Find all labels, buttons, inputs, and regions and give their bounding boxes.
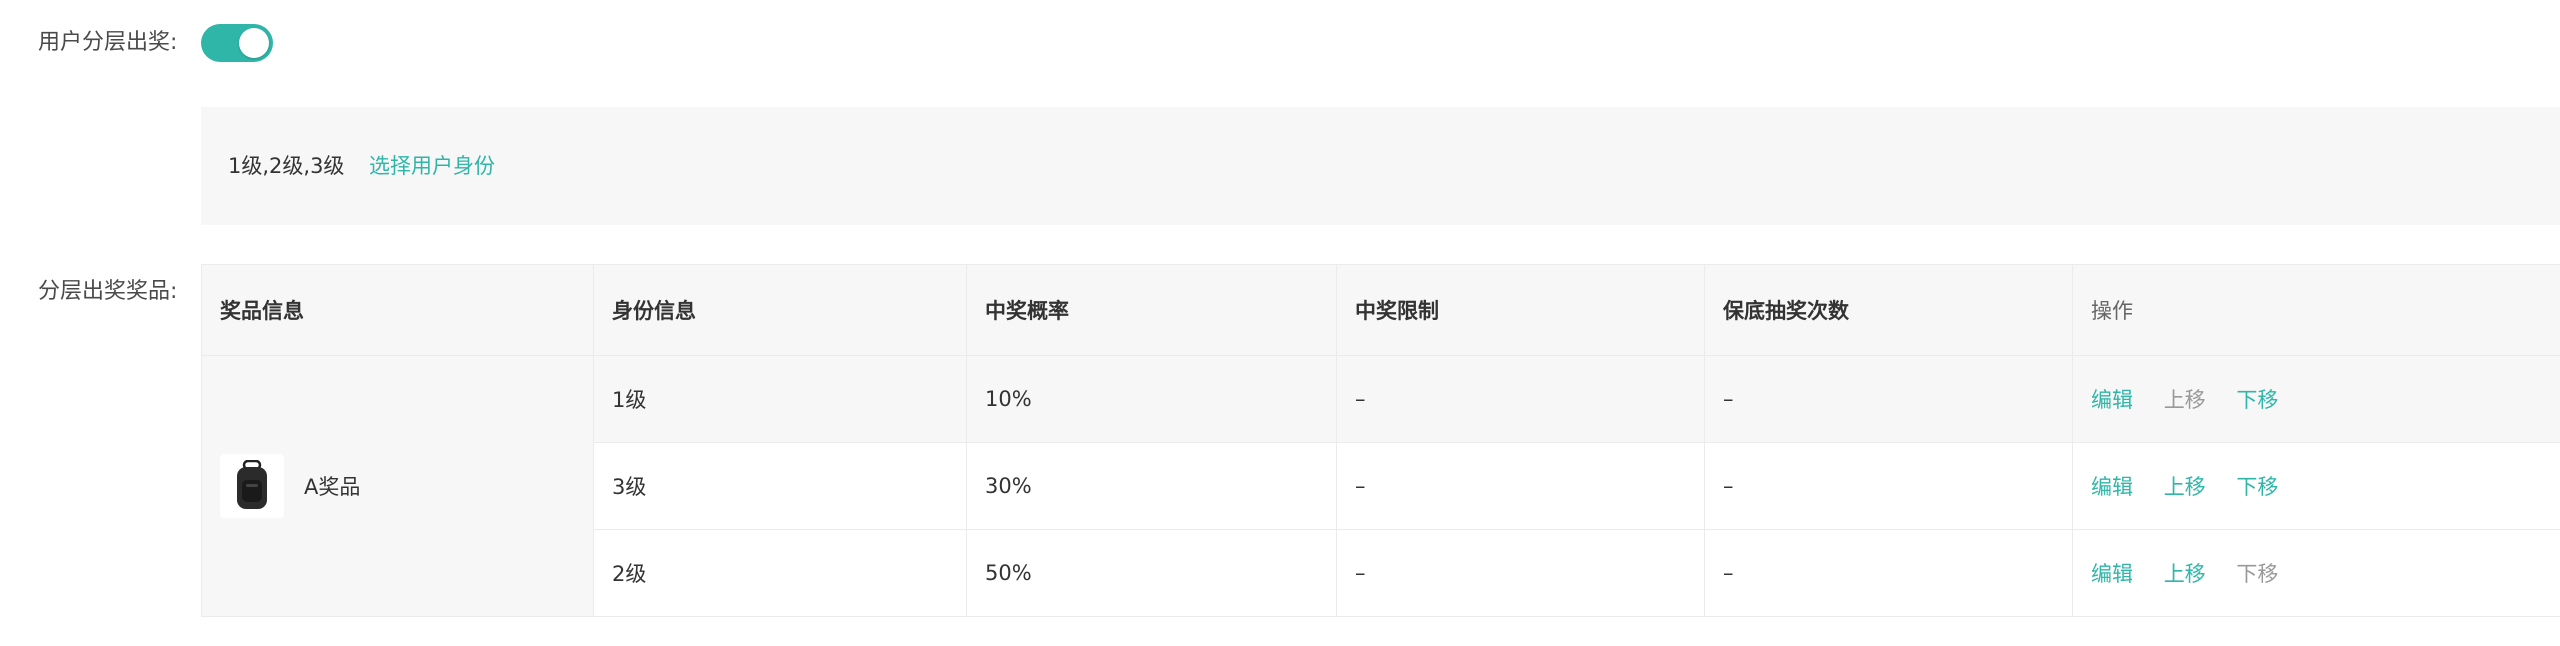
identity-cell: 2级 (593, 529, 967, 617)
identity-cell: 3级 (593, 442, 967, 530)
prize-section-label: 分层出奖奖品: (38, 279, 178, 304)
limit-cell: – (1336, 529, 1705, 617)
actions-cell: 编辑 上移 下移 (2072, 529, 2560, 617)
prize-info-cell: A奖品 (201, 355, 594, 617)
table-row: A奖品 1级 10% – – 编辑 上移 下移 (201, 355, 2560, 617)
column-header-prize-info: 奖品信息 (201, 264, 594, 356)
toggle-knob (239, 28, 269, 58)
identity-cell: 1级 (593, 355, 967, 443)
guarantee-cell: – (1704, 529, 2073, 617)
probability-cell: 30% (966, 442, 1337, 530)
probability-cell: 50% (966, 529, 1337, 617)
edit-link[interactable]: 编辑 (2091, 384, 2133, 414)
move-down-link[interactable]: 下移 (2236, 384, 2278, 414)
prize-name: A奖品 (304, 475, 361, 499)
guarantee-cell: – (1704, 442, 2073, 530)
limit-cell: – (1336, 442, 1705, 530)
move-down-link[interactable]: 下移 (2236, 471, 2278, 501)
limit-cell: – (1336, 355, 1705, 443)
prize-table: 奖品信息 身份信息 中奖概率 中奖限制 保底抽奖次数 操作 A奖品 1级 10%… (201, 264, 2560, 617)
identity-panel: 1级,2级,3级 选择用户身份 (201, 107, 2560, 225)
column-header-probability: 中奖概率 (966, 264, 1337, 356)
column-header-identity: 身份信息 (593, 264, 967, 356)
select-identity-link[interactable]: 选择用户身份 (369, 150, 495, 182)
move-up-link[interactable]: 上移 (2164, 558, 2206, 588)
column-header-actions: 操作 (2072, 264, 2560, 356)
move-up-link[interactable]: 上移 (2164, 471, 2206, 501)
column-header-guarantee: 保底抽奖次数 (1704, 264, 2073, 356)
edit-link[interactable]: 编辑 (2091, 471, 2133, 501)
tiered-prize-toggle[interactable] (201, 24, 273, 62)
actions-cell: 编辑 上移 下移 (2072, 355, 2560, 443)
actions-cell: 编辑 上移 下移 (2072, 442, 2560, 530)
move-up-link: 上移 (2163, 388, 2206, 412)
column-header-limit: 中奖限制 (1336, 264, 1705, 356)
backpack-icon (220, 454, 284, 518)
table-header-row: 奖品信息 身份信息 中奖概率 中奖限制 保底抽奖次数 操作 (201, 264, 2560, 356)
guarantee-cell: – (1704, 355, 2073, 443)
probability-cell: 10% (966, 355, 1337, 443)
move-down-link: 下移 (2236, 562, 2279, 586)
selected-identities: 1级,2级,3级 (228, 154, 345, 178)
edit-link[interactable]: 编辑 (2091, 558, 2133, 588)
tiered-prize-label: 用户分层出奖: (38, 30, 178, 55)
